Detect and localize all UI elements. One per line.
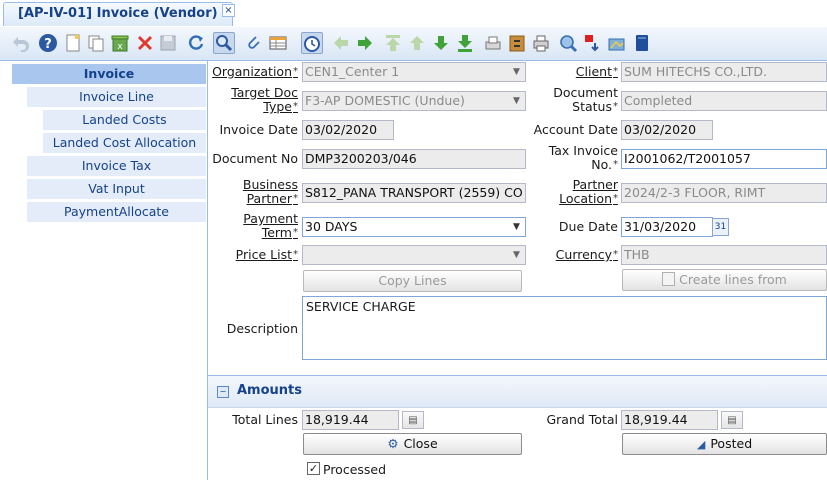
find-icon[interactable] — [213, 32, 235, 54]
first-record-icon[interactable] — [382, 32, 404, 54]
grand-total-field[interactable]: 18,919.44 — [621, 410, 718, 430]
business-partner-label: Business Partner* — [242, 177, 298, 206]
next-parent-icon[interactable] — [354, 32, 376, 54]
processed-label: Processed — [323, 462, 387, 477]
last-record-icon[interactable] — [454, 32, 476, 54]
target-doc-type-field[interactable]: F3-AP DOMESTIC (Undue) ▼ — [302, 91, 526, 111]
tax-invoice-no-field[interactable]: I2001062/T2001057 — [621, 149, 827, 169]
calendar-icon[interactable]: 31 — [712, 218, 729, 236]
delete-icon[interactable] — [134, 32, 156, 54]
delete-selection-icon[interactable]: x — [109, 32, 131, 54]
report-icon[interactable] — [482, 32, 504, 54]
new-record-icon[interactable] — [62, 32, 84, 54]
price-list-label: Price List* — [235, 247, 298, 262]
gear-icon: ⚙ — [387, 436, 399, 451]
invoice-date-field[interactable]: 03/02/2020 — [302, 120, 394, 140]
document-no-field[interactable]: DMP3200203/046 — [302, 149, 526, 169]
nav-item-landed-costs[interactable]: Landed Costs — [43, 110, 206, 130]
payment-term-field[interactable]: 30 DAYS ▼ — [302, 217, 526, 237]
amounts-section-title: Amounts — [237, 383, 302, 398]
posted-button[interactable]: ◢ Posted — [622, 433, 827, 455]
close-button[interactable]: ⚙ Close — [303, 433, 522, 455]
calculator-icon[interactable]: ▤ — [721, 411, 743, 429]
document-status-label: Document Status* — [553, 85, 618, 114]
grid-toggle-icon[interactable] — [267, 32, 289, 54]
partner-location-label: Partner Location* — [559, 177, 618, 206]
zoom-across-icon[interactable] — [557, 32, 579, 54]
organization-field[interactable]: CEN1_Center 1 ▼ — [302, 62, 526, 82]
account-date-field[interactable]: 03/02/2020 — [621, 120, 713, 140]
nav-item-invoice-line[interactable]: Invoice Line — [27, 87, 206, 107]
processed-checkbox[interactable]: ✓ — [307, 462, 320, 475]
create-lines-icon — [662, 272, 676, 286]
payment-term-label: Payment Term* — [243, 211, 298, 240]
price-list-field[interactable]: ▼ — [302, 245, 526, 265]
grand-total-label: Grand Total — [546, 412, 618, 427]
document-no-label: Document No — [212, 151, 298, 166]
svg-text:x: x — [117, 42, 123, 52]
description-field[interactable]: SERVICE CHARGE — [302, 296, 827, 360]
nav-item-landed-cost-allocation[interactable]: Landed Cost Allocation — [43, 133, 206, 153]
previous-record-icon[interactable] — [406, 32, 428, 54]
due-date-label: Due Date — [558, 219, 618, 234]
nav-item-invoice-tax[interactable]: Invoice Tax — [27, 156, 206, 176]
refresh-icon[interactable] — [185, 32, 207, 54]
request-icon[interactable] — [582, 32, 604, 54]
attachment-icon[interactable] — [243, 32, 265, 54]
nav-item-invoice[interactable]: Invoice — [12, 64, 206, 84]
create-lines-from-button[interactable]: Create lines from — [622, 269, 827, 291]
currency-label: Currency* — [555, 247, 618, 262]
client-field[interactable]: SUM HITECHS CO.,LTD. — [621, 62, 827, 82]
client-label: Client* — [575, 64, 618, 79]
previous-parent-icon[interactable] — [330, 32, 352, 54]
target-doc-type-label: Target Doc Type* — [231, 85, 298, 114]
description-label: Description — [226, 321, 298, 336]
next-record-icon[interactable] — [430, 32, 452, 54]
currency-field[interactable]: THB — [621, 245, 827, 265]
save-icon[interactable] — [157, 32, 179, 54]
tab-title: [AP-IV-01] Invoice (Vendor) — [18, 6, 218, 21]
archive-icon[interactable] — [506, 32, 528, 54]
tab-navigation: Invoice Invoice Line Landed Costs Landed… — [0, 61, 208, 480]
collapse-icon[interactable]: − — [217, 386, 229, 398]
workflow-icon[interactable] — [631, 32, 653, 54]
calculator-icon[interactable]: ▤ — [402, 411, 424, 429]
close-icon[interactable]: × — [222, 4, 235, 17]
tab-invoice-vendor[interactable]: [AP-IV-01] Invoice (Vendor) × — [3, 2, 235, 26]
partner-location-field[interactable]: 2024/2-3 FLOOR, RIMT — [621, 183, 827, 203]
tax-invoice-no-label: Tax Invoice No.* — [548, 143, 618, 172]
document-status-field[interactable]: Completed — [621, 91, 827, 111]
help-icon[interactable]: ? — [37, 32, 59, 54]
chart-icon: ◢ — [696, 438, 706, 451]
undo-icon[interactable] — [9, 32, 31, 54]
account-date-label: Account Date — [533, 122, 618, 137]
toolbar: ? x — [0, 27, 827, 61]
due-date-field[interactable]: 31/03/2020 — [621, 217, 713, 237]
nav-item-vat-input[interactable]: Vat Input — [27, 179, 206, 199]
total-lines-field[interactable]: 18,919.44 — [302, 410, 399, 430]
product-info-icon[interactable] — [606, 32, 628, 54]
copy-record-icon[interactable] — [85, 32, 107, 54]
nav-item-payment-allocate[interactable]: PaymentAllocate — [27, 202, 206, 222]
business-partner-field[interactable]: S812_PANA TRANSPORT (2559) CO — [302, 183, 526, 203]
invoice-date-label: Invoice Date — [219, 122, 298, 137]
history-icon[interactable] — [301, 32, 323, 54]
organization-label: Organization* — [212, 64, 298, 79]
total-lines-label: Total Lines — [232, 412, 298, 427]
svg-text:?: ? — [44, 37, 52, 52]
tab-strip: [AP-IV-01] Invoice (Vendor) × — [0, 0, 827, 28]
amounts-section-header[interactable]: − Amounts — [208, 375, 827, 408]
copy-lines-button[interactable]: Copy Lines — [303, 270, 522, 292]
print-icon[interactable] — [530, 32, 552, 54]
